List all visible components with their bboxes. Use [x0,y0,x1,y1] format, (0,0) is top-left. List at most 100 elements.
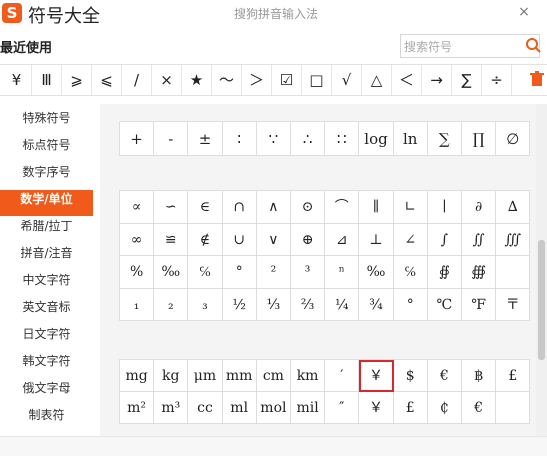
symbol-cell[interactable]: ⅓ [256,288,291,321]
sidebar-item[interactable]: 制表符 [0,406,93,432]
symbol-cell[interactable]: ‰ [359,256,394,289]
symbol-cell[interactable]: m² [120,392,155,424]
sidebar-item[interactable]: 希腊/拉丁 [0,217,93,243]
symbol-cell[interactable]: ∏ [462,122,497,156]
recent-symbol[interactable]: □ [302,65,332,95]
symbol-cell[interactable]: ∅ [496,122,531,156]
symbol-cell[interactable]: mm [222,360,257,392]
symbol-cell[interactable]: ₂ [154,288,189,321]
symbol-cell[interactable]: ⅔ [291,288,326,321]
symbol-cell[interactable]: ∂ [462,191,497,224]
symbol-cell[interactable]: - [154,122,189,156]
symbol-cell[interactable]: € [427,360,462,392]
recent-symbol[interactable]: ⩽ [92,65,122,95]
symbol-cell[interactable]: ⊥ [359,223,394,256]
symbol-cell[interactable]: ∈ [188,191,223,224]
symbol-cell[interactable]: ¼ [325,288,360,321]
close-icon[interactable]: × [514,2,534,22]
symbol-cell[interactable]: ∩ [222,191,257,224]
symbol-cell[interactable]: ⊙ [291,191,326,224]
symbol-cell[interactable]: ∟ [393,191,428,224]
symbol-cell[interactable]: ℅ [188,256,223,289]
symbol-cell[interactable]: ml [222,392,257,424]
symbol-cell[interactable]: m³ [154,392,189,424]
symbol-cell[interactable]: ∑ [427,122,462,156]
symbol-cell[interactable]: ° [393,288,428,321]
sidebar-item[interactable]: 英文音标 [0,298,93,324]
symbol-cell[interactable]: ∷ [325,122,360,156]
symbol-cell[interactable]: ₵ [427,392,462,424]
symbol-cell[interactable]: ￥ [359,360,394,392]
symbol-cell[interactable]: £ [393,392,428,424]
symbol-cell[interactable]: ⌒ [325,191,360,224]
sidebar-item[interactable]: 特殊符号 [0,109,93,135]
symbol-cell[interactable]: £ [496,360,531,392]
symbol-cell[interactable]: ∰ [462,256,497,289]
symbol-cell[interactable]: ³ [291,256,326,289]
symbol-cell[interactable]: cm [256,360,291,392]
symbol-cell[interactable]: ∶ [222,122,257,156]
symbol-cell[interactable]: ₁ [120,288,155,321]
symbol-cell[interactable]: ≌ [154,223,189,256]
symbol-cell[interactable]: ″ [325,392,360,424]
symbol-cell[interactable]: ² [256,256,291,289]
search-icon[interactable] [524,35,544,57]
symbol-cell[interactable]: ∫ [427,223,462,256]
recent-symbol[interactable]: → [422,65,452,95]
symbol-cell[interactable]: + [120,122,155,156]
sidebar-item[interactable]: 俄文字母 [0,379,93,405]
recent-symbol[interactable]: ☑ [272,65,302,95]
sidebar-item[interactable]: 数学/单位 [0,190,93,216]
symbol-cell[interactable]: ℅ [393,256,428,289]
symbol-cell[interactable]: ∵ [256,122,291,156]
symbol-cell[interactable]: ∉ [188,223,223,256]
symbol-cell[interactable]: ₃ [188,288,223,321]
symbol-cell[interactable]: ½ [222,288,257,321]
symbol-cell[interactable]: ∯ [427,256,462,289]
symbol-cell[interactable]: ± [188,122,223,156]
recent-symbol[interactable]: ＜ [392,65,422,95]
symbol-cell[interactable]: 〒 [496,288,531,321]
symbol-cell[interactable]: ∆ [496,191,531,224]
recent-symbol[interactable]: ＞ [242,65,272,95]
symbol-cell[interactable]: μm [188,360,223,392]
recent-symbol[interactable]: ～ [212,65,242,95]
trash-icon[interactable] [530,71,544,87]
sidebar-item[interactable]: 数字序号 [0,163,93,189]
recent-symbol[interactable]: √ [332,65,362,95]
symbol-cell[interactable]: ∭ [496,223,531,256]
recent-symbol[interactable]: × [152,65,182,95]
symbol-cell[interactable]: ∞ [120,223,155,256]
symbol-cell[interactable]: km [291,360,326,392]
symbol-cell[interactable]: ∪ [222,223,257,256]
symbol-cell[interactable]: ∧ [256,191,291,224]
symbol-cell[interactable]: ∨ [256,223,291,256]
symbol-cell[interactable]: ⊿ [325,223,360,256]
sidebar-item[interactable]: 中文字符 [0,271,93,297]
recent-symbol[interactable]: ⩾ [62,65,92,95]
symbol-cell[interactable]: ฿ [462,360,497,392]
symbol-cell[interactable]: ° [222,256,257,289]
recent-symbol[interactable]: / [122,65,152,95]
symbol-cell[interactable]: ∣ [427,191,462,224]
symbol-cell[interactable]: mol [256,392,291,424]
symbol-cell[interactable]: ∠ [393,223,428,256]
symbol-cell[interactable]: ∥ [359,191,394,224]
symbol-cell[interactable]: ￥ [359,392,394,424]
recent-symbol[interactable]: ★ [182,65,212,95]
symbol-cell[interactable]: ∴ [291,122,326,156]
recent-symbol[interactable]: Ⅲ [32,65,62,95]
symbol-cell[interactable]: ⊕ [291,223,326,256]
symbol-cell[interactable]: ‰ [154,256,189,289]
symbol-cell[interactable]: ¾ [359,288,394,321]
scrollbar-thumb[interactable] [538,240,545,360]
symbol-cell[interactable]: log [359,122,394,156]
symbol-cell[interactable]: ℉ [462,288,497,321]
symbol-cell[interactable]: ln [393,122,428,156]
symbol-cell[interactable]: kg [154,360,189,392]
sidebar-item[interactable]: 日文字符 [0,325,93,351]
symbol-cell[interactable]: mil [291,392,326,424]
recent-symbol[interactable]: ¥ [2,65,32,95]
sidebar-item[interactable]: 标点符号 [0,136,93,162]
symbol-cell[interactable]: cc [188,392,223,424]
